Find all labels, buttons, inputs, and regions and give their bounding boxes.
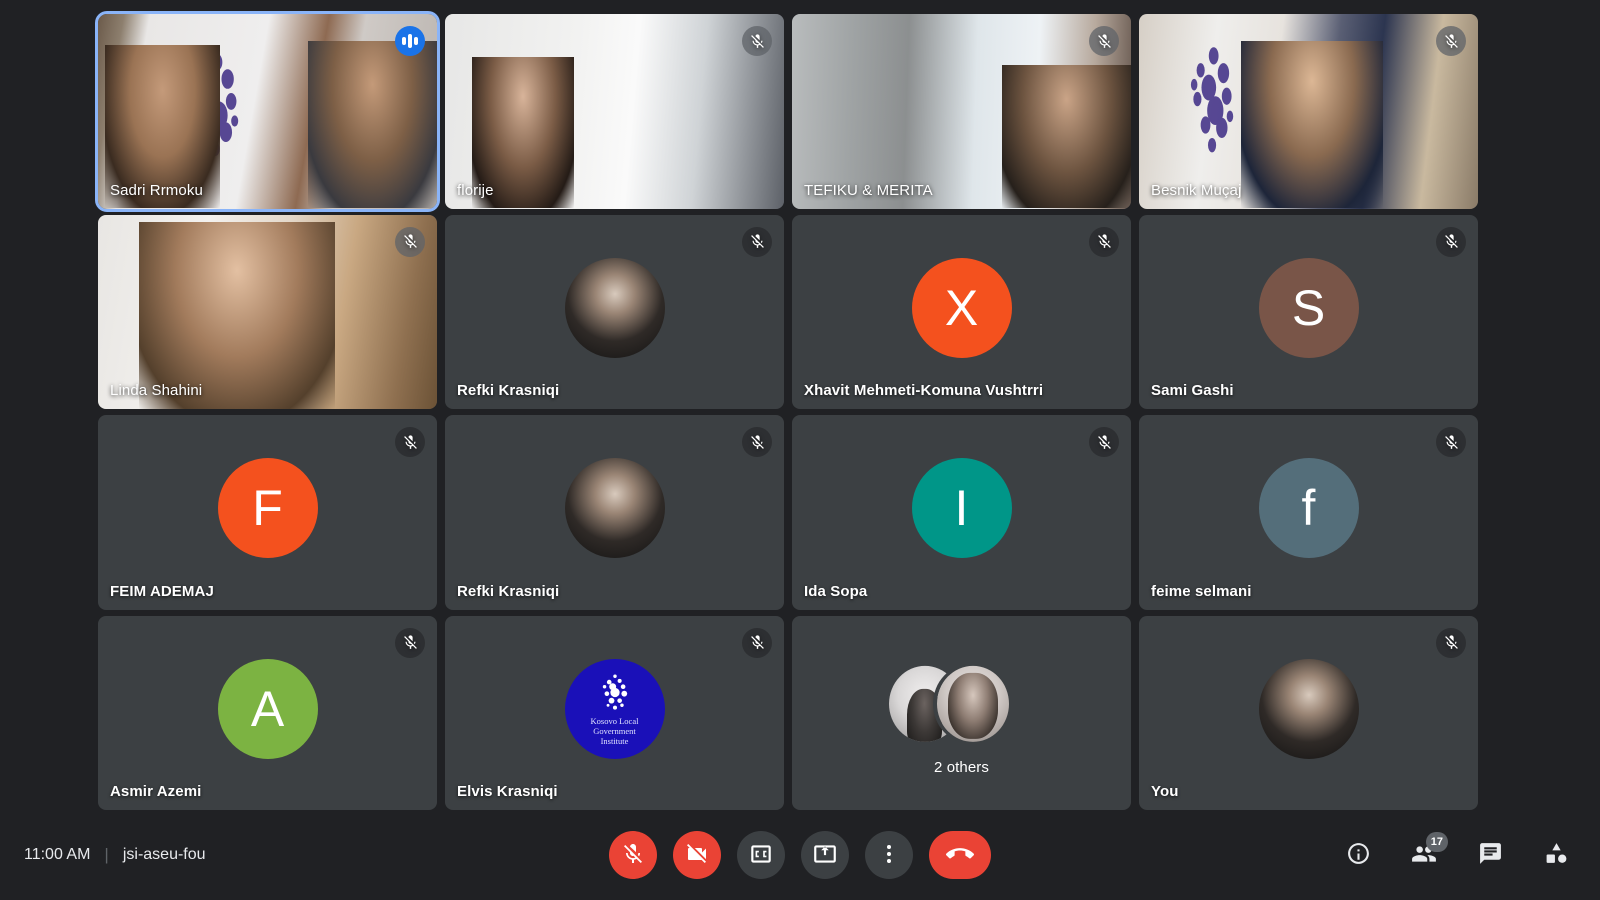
chat-button[interactable] xyxy=(1468,833,1512,877)
more-options-button[interactable] xyxy=(865,831,913,879)
participant-silhouette xyxy=(1240,41,1384,209)
avatar-photo xyxy=(564,257,665,358)
participant-name-label: Sadri Rrmoku xyxy=(110,181,203,199)
muted-mic-icon xyxy=(395,226,425,257)
participant-tile[interactable]: TEFIKU & MERITA xyxy=(792,14,1131,209)
present-screen-button[interactable] xyxy=(801,831,849,879)
participant-name-label: Ida Sopa xyxy=(804,582,868,600)
meeting-time: 11:00 AM xyxy=(24,846,91,863)
microphone-toggle-button[interactable] xyxy=(609,831,657,879)
muted-mic-icon xyxy=(1089,26,1119,56)
muted-mic-icon xyxy=(1436,427,1466,457)
participant-name-label: FEIM ADEMAJ xyxy=(110,582,214,600)
participant-silhouette xyxy=(308,41,437,209)
avatar xyxy=(1258,658,1359,759)
muted-mic-icon xyxy=(1436,226,1466,257)
participant-grid: Sadri Rrmoku florije TEFIKU & MERITA Besnik… xyxy=(95,11,1478,810)
captions-icon xyxy=(748,841,774,870)
participant-tile[interactable]: Linda Shahini xyxy=(98,214,437,409)
muted-mic-icon xyxy=(742,427,772,457)
participant-tile[interactable]: f feime selmani xyxy=(1139,415,1478,610)
avatar-initial: F xyxy=(217,458,318,559)
present-icon xyxy=(812,841,838,870)
avatar xyxy=(936,665,1009,742)
participant-count-badge: 17 xyxy=(1425,832,1448,852)
avatar xyxy=(564,257,665,358)
chat-icon xyxy=(1478,841,1503,869)
avatar-initial: S xyxy=(1258,257,1359,358)
meeting-code: jsi-aseu-fou xyxy=(122,846,206,863)
mic-off-icon xyxy=(621,842,645,869)
muted-mic-icon xyxy=(1089,427,1119,457)
activities-icon xyxy=(1544,841,1569,869)
show-everyone-button[interactable]: 17 xyxy=(1402,832,1448,877)
google-meet-window: Sadri Rrmoku florije TEFIKU & MERITA Besnik… xyxy=(0,0,1600,900)
participant-tile[interactable]: Sadri Rrmoku xyxy=(95,11,440,212)
muted-mic-icon xyxy=(742,627,772,658)
participant-name-label: Linda Shahini xyxy=(110,382,203,399)
muted-mic-icon xyxy=(1436,627,1466,658)
avatar-organization-logo: Kosovo Local Government Institute xyxy=(564,658,665,759)
info-icon xyxy=(1346,841,1371,869)
speaking-indicator-icon xyxy=(395,26,425,56)
call-end-icon xyxy=(946,840,974,871)
muted-mic-icon xyxy=(395,427,425,457)
right-side-controls: 17 xyxy=(1336,832,1578,877)
participant-tile[interactable]: Refki Krasniqi xyxy=(445,214,784,409)
avatar-photo xyxy=(564,458,665,559)
participant-name-label: Refki Krasniqi xyxy=(457,582,560,600)
muted-mic-icon xyxy=(1436,26,1466,56)
organization-logo-text: Kosovo Local Government Institute xyxy=(590,715,639,746)
meeting-details-button[interactable] xyxy=(1336,833,1380,877)
call-controls xyxy=(609,831,991,879)
participant-tile[interactable]: F FEIM ADEMAJ xyxy=(98,415,437,610)
participant-tile[interactable]: 2 others xyxy=(792,615,1131,810)
participant-name-label: Asmir Azemi xyxy=(110,783,202,800)
avatar-photo xyxy=(1258,658,1359,759)
participant-tile[interactable]: You xyxy=(1139,615,1478,810)
muted-mic-icon xyxy=(742,226,772,257)
avatar-initial: I xyxy=(911,458,1012,559)
avatar-initial: A xyxy=(217,658,318,759)
participant-name-label: You xyxy=(1151,783,1179,800)
more-vert-icon xyxy=(877,842,901,869)
avatar-initial: X xyxy=(911,257,1012,358)
participant-tile[interactable]: A Asmir Azemi xyxy=(98,615,437,810)
camera-toggle-button[interactable] xyxy=(673,831,721,879)
captions-toggle-button[interactable] xyxy=(737,831,785,879)
avatar-initial: f xyxy=(1258,458,1359,559)
meeting-bottom-bar: 11:00 AM | jsi-aseu-fou 17 xyxy=(0,810,1600,900)
activities-button[interactable] xyxy=(1534,833,1578,877)
participant-tile[interactable]: X Xhavit Mehmeti-Komuna Vushtrri xyxy=(792,214,1131,409)
participant-tile[interactable]: Kosovo Local Government Institute Elvis Kra… xyxy=(445,615,784,810)
camera-off-icon xyxy=(685,842,709,869)
participant-tile[interactable]: S Sami Gashi xyxy=(1139,214,1478,409)
participant-tile[interactable]: I Ida Sopa xyxy=(792,415,1131,610)
participant-name-label: TEFIKU & MERITA xyxy=(804,181,933,199)
participant-name-label: Besnik Muçaj xyxy=(1151,181,1242,199)
participant-name-label: Sami Gashi xyxy=(1151,382,1234,399)
participant-name-label: Elvis Krasniqi xyxy=(457,783,558,800)
muted-mic-icon xyxy=(742,26,772,56)
leave-call-button[interactable] xyxy=(929,831,991,879)
participant-tile[interactable]: Besnik Muçaj xyxy=(1139,14,1478,209)
participant-name-label: florije xyxy=(457,181,494,199)
meeting-info: 11:00 AM | jsi-aseu-fou xyxy=(24,845,206,865)
participant-tile[interactable]: florije xyxy=(445,14,784,209)
participant-silhouette xyxy=(138,222,336,409)
avatar-group xyxy=(887,665,1037,742)
avatar xyxy=(564,458,665,559)
muted-mic-icon xyxy=(395,627,425,658)
avatar-photo xyxy=(948,673,999,739)
muted-mic-icon xyxy=(1089,226,1119,257)
participant-name-label: Refki Krasniqi xyxy=(457,382,560,399)
participant-name-label: 2 others xyxy=(934,759,989,776)
meeting-info-separator: | xyxy=(104,845,109,864)
participant-silhouette xyxy=(1002,64,1131,209)
participant-name-label: feime selmani xyxy=(1151,582,1252,600)
participant-name-label: Xhavit Mehmeti-Komuna Vushtrri xyxy=(804,382,1044,399)
participant-tile[interactable]: Refki Krasniqi xyxy=(445,415,784,610)
